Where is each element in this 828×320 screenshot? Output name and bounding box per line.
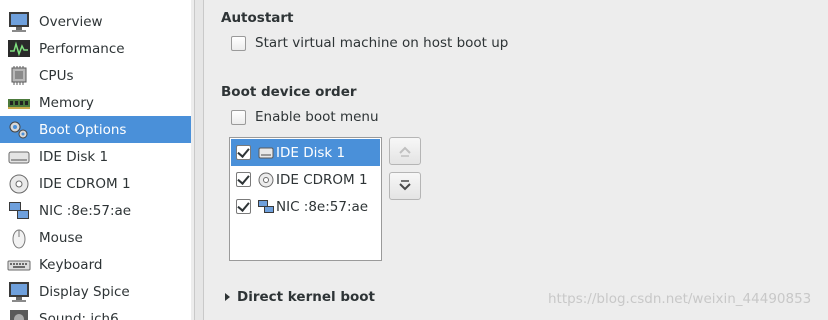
move-down-button[interactable] bbox=[389, 172, 421, 200]
boot-device-label: IDE CDROM 1 bbox=[276, 171, 368, 188]
cdrom-icon bbox=[9, 174, 29, 193]
sidebar-item-label: Memory bbox=[39, 94, 94, 111]
boot-device-checkbox[interactable] bbox=[236, 145, 251, 160]
autostart-checkbox-label: Start virtual machine on host boot up bbox=[255, 35, 509, 51]
direct-kernel-boot-label: Direct kernel boot bbox=[237, 289, 375, 305]
sidebar-item-ide-cdrom-1[interactable]: IDE CDROM 1 bbox=[0, 170, 191, 197]
mouse-icon bbox=[12, 229, 26, 248]
sidebar-item-label: Performance bbox=[39, 40, 125, 57]
network-icon bbox=[9, 201, 29, 219]
watermark: https://blog.csdn.net/weixin_44490853 bbox=[548, 291, 812, 307]
sidebar-item-label: Keyboard bbox=[39, 256, 103, 273]
enable-boot-menu-row[interactable]: Enable boot menu bbox=[231, 109, 379, 125]
sidebar-item-mouse[interactable]: Mouse bbox=[0, 224, 191, 251]
memory-module-icon bbox=[8, 98, 30, 109]
boot-device-nic[interactable]: NIC :8e:57:ae bbox=[231, 193, 380, 220]
boot-device-checkbox[interactable] bbox=[236, 172, 251, 187]
network-icon bbox=[258, 199, 274, 213]
sidebar-item-label: Display Spice bbox=[39, 283, 130, 300]
sidebar-item-memory[interactable]: Memory bbox=[0, 89, 191, 116]
sidebar-item-label: NIC :8e:57:ae bbox=[39, 202, 132, 219]
sidebar-item-sound[interactable]: Sound: ich6 bbox=[0, 305, 191, 320]
sidebar-item-boot-options[interactable]: Boot Options bbox=[0, 116, 191, 143]
sidebar-item-label: IDE CDROM 1 bbox=[39, 175, 131, 192]
sidebar-item-overview[interactable]: Overview bbox=[0, 8, 191, 35]
monitor-icon bbox=[9, 11, 29, 32]
sidebar-item-performance[interactable]: Performance bbox=[0, 35, 191, 62]
sidebar-item-label: CPUs bbox=[39, 67, 74, 84]
sidebar-item-keyboard[interactable]: Keyboard bbox=[0, 251, 191, 278]
boot-device-ide-disk-1[interactable]: IDE Disk 1 bbox=[231, 139, 380, 166]
enable-boot-menu-checkbox[interactable] bbox=[231, 109, 246, 125]
boot-device-label: NIC :8e:57:ae bbox=[276, 198, 369, 215]
sidebar-item-label: Mouse bbox=[39, 229, 83, 246]
direct-kernel-boot-expander[interactable]: Direct kernel boot bbox=[225, 289, 375, 305]
arrow-down-icon bbox=[399, 180, 411, 191]
sidebar-item-nic[interactable]: NIC :8e:57:ae bbox=[0, 197, 191, 224]
expander-arrow-icon bbox=[225, 293, 230, 301]
display-icon bbox=[9, 281, 29, 302]
move-up-button[interactable] bbox=[389, 137, 421, 165]
autostart-title: Autostart bbox=[221, 10, 294, 26]
boot-device-list[interactable]: IDE Disk 1 IDE CDROM 1 NIC :8e:57:ae bbox=[229, 137, 382, 261]
sidebar: Overview Performance CPUs Memory Boot Op… bbox=[0, 0, 191, 320]
performance-graph-icon bbox=[8, 39, 30, 57]
sound-icon bbox=[10, 309, 28, 320]
boot-device-ide-cdrom-1[interactable]: IDE CDROM 1 bbox=[231, 166, 380, 193]
keyboard-icon bbox=[7, 260, 31, 270]
cdrom-icon bbox=[258, 172, 274, 187]
enable-boot-menu-label: Enable boot menu bbox=[255, 109, 379, 125]
sidebar-item-label: Boot Options bbox=[39, 121, 127, 138]
sidebar-item-ide-disk-1[interactable]: IDE Disk 1 bbox=[0, 143, 191, 170]
arrow-up-icon bbox=[399, 146, 411, 157]
sidebar-item-label: Overview bbox=[39, 13, 103, 30]
sidebar-item-display-spice[interactable]: Display Spice bbox=[0, 278, 191, 305]
sidebar-item-label: Sound: ich6 bbox=[39, 310, 119, 320]
sidebar-item-label: IDE Disk 1 bbox=[39, 148, 109, 165]
autostart-checkbox[interactable] bbox=[231, 35, 246, 51]
hard-disk-icon bbox=[258, 147, 274, 158]
boot-order-title: Boot device order bbox=[221, 84, 357, 100]
boot-device-checkbox[interactable] bbox=[236, 199, 251, 214]
boot-gears-icon bbox=[9, 121, 28, 138]
sidebar-item-cpus[interactable]: CPUs bbox=[0, 62, 191, 89]
boot-device-label: IDE Disk 1 bbox=[276, 144, 346, 161]
pane-divider[interactable] bbox=[194, 0, 204, 320]
hard-disk-icon bbox=[8, 151, 30, 163]
cpu-chip-icon bbox=[11, 65, 27, 85]
autostart-checkbox-row[interactable]: Start virtual machine on host boot up bbox=[231, 35, 508, 51]
